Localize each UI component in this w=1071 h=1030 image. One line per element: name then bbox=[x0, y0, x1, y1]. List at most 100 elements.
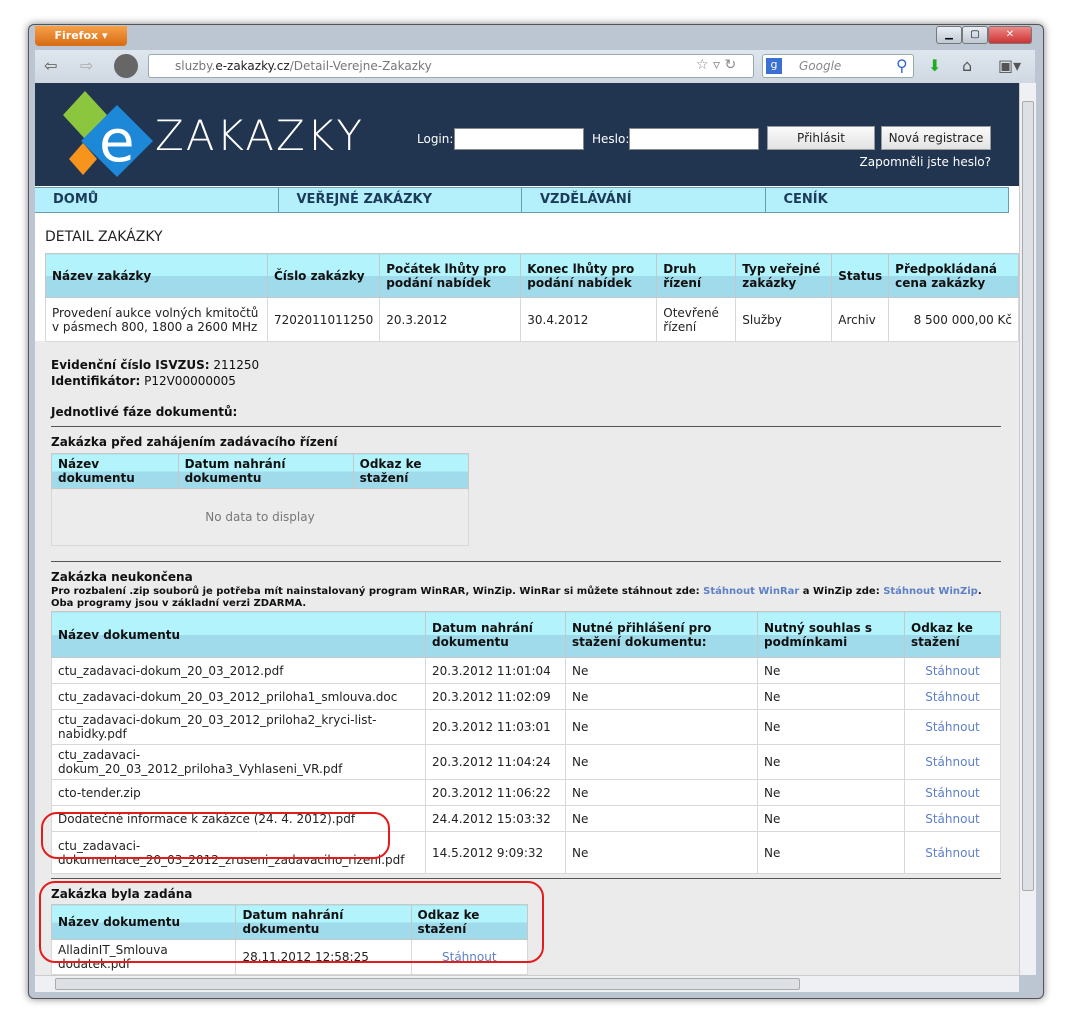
download-link[interactable]: Stáhnout bbox=[904, 709, 1001, 745]
login-required: Ne bbox=[565, 805, 758, 832]
document-name: ctu_zadavaci-dokum_20_03_2012_priloha3_V… bbox=[51, 744, 426, 780]
download-link[interactable]: Stáhnout bbox=[904, 779, 1001, 806]
col-header: Nutný souhlas s podmínkami bbox=[757, 611, 905, 658]
download-link[interactable]: Stáhnout bbox=[904, 744, 1001, 780]
zip-note: Pro rozbalení .zip souborů je potřeba mí… bbox=[51, 586, 982, 609]
vertical-scrollbar[interactable] bbox=[1019, 83, 1036, 975]
divider bbox=[51, 878, 1001, 879]
upload-date: 24.4.2012 15:03:32 bbox=[425, 805, 566, 832]
table-row: ctu_zadavaci-dokum_20_03_2012_priloha3_V… bbox=[51, 744, 1001, 780]
address-bar[interactable]: sluzby.e-zakazky.cz/Detail-Verejne-Zakaz… bbox=[148, 54, 754, 78]
upload-date: 20.3.2012 11:03:01 bbox=[425, 709, 566, 745]
register-button[interactable]: Nová registrace bbox=[881, 126, 991, 150]
cell: 20.3.2012 bbox=[379, 297, 522, 342]
nav-home[interactable]: DOMŮ bbox=[35, 188, 279, 212]
scroll-thumb[interactable] bbox=[1022, 101, 1034, 891]
close-button[interactable]: ✕ bbox=[988, 26, 1032, 44]
forward-icon[interactable]: ⇨ bbox=[80, 56, 93, 75]
password-label: Heslo: bbox=[592, 132, 630, 146]
terms-required: Ne bbox=[757, 805, 905, 832]
login-label: Login: bbox=[417, 132, 454, 146]
bookmark-star-icon[interactable]: ☆ ▿ ↻ bbox=[696, 57, 736, 73]
login-required: Ne bbox=[565, 831, 758, 874]
phases-title: Jednotlivé fáze dokumentů: bbox=[51, 405, 238, 419]
firefox-menu-button[interactable]: Firefox ▾ bbox=[35, 26, 127, 46]
col-header: Název dokumentu bbox=[51, 611, 426, 658]
download-icon[interactable]: ⬇ bbox=[928, 56, 941, 75]
scroll-thumb[interactable] bbox=[55, 978, 800, 990]
main-nav: DOMŮ VEŘEJNÉ ZAKÁZKY VZDĚLÁVÁNÍ CENÍK bbox=[35, 187, 1009, 213]
download-link[interactable]: Stáhnout bbox=[904, 805, 1001, 832]
annotation-highlight bbox=[39, 881, 544, 963]
col-header: Odkaz ke stažení bbox=[352, 453, 470, 489]
terms-required: Ne bbox=[757, 779, 905, 806]
login-required: Ne bbox=[565, 709, 758, 745]
col-header: Nutné přihlášení pro stažení dokumentu: bbox=[565, 611, 758, 658]
cell: 30.4.2012 bbox=[520, 297, 658, 342]
terms-required: Ne bbox=[757, 744, 905, 780]
login-required: Ne bbox=[565, 744, 758, 780]
horizontal-scrollbar[interactable] bbox=[35, 975, 1019, 992]
firefox-menu-label: Firefox bbox=[54, 29, 99, 42]
annotation-highlight bbox=[41, 812, 390, 859]
winrar-link[interactable]: Stáhnout WinRar bbox=[703, 586, 799, 597]
phase1-title: Zakázka před zahájením zadávacího řízení bbox=[51, 435, 338, 449]
table-row: ctu_zadavaci-dokum_20_03_2012_priloha1_s… bbox=[51, 683, 1001, 710]
nav-education[interactable]: VZDĚLÁVÁNÍ bbox=[522, 188, 766, 212]
cell: Otevřené řízení bbox=[656, 297, 737, 342]
winzip-link[interactable]: Stáhnout WinZip bbox=[883, 586, 978, 597]
col-header: Odkaz ke stažení bbox=[904, 611, 1001, 658]
download-link[interactable]: Stáhnout bbox=[904, 831, 1001, 874]
cell: Archiv bbox=[831, 297, 890, 342]
bookmarks-menu-icon[interactable]: ▣▾ bbox=[998, 56, 1021, 75]
login-button[interactable]: Přihlásit bbox=[767, 126, 875, 150]
phase1-table: Název dokumentu Datum nahrání dokumentu Od… bbox=[51, 453, 470, 546]
col-header: Status bbox=[831, 253, 890, 298]
identifier-info: Identifikátor: P12V00000005 bbox=[51, 374, 236, 388]
maximize-button[interactable]: ▢ bbox=[962, 26, 988, 44]
forgot-password-link[interactable]: Zapomněli jste heslo? bbox=[860, 155, 991, 169]
nav-public-contracts[interactable]: VEŘEJNÉ ZAKÁZKY bbox=[279, 188, 522, 212]
terms-required: Ne bbox=[757, 683, 905, 710]
col-header: Datum nahrání dokumentu bbox=[425, 611, 566, 658]
upload-date: 20.3.2012 11:04:24 bbox=[425, 744, 566, 780]
table-row: cto-tender.zip 20.3.2012 11:06:22 Ne Ne Stáh… bbox=[51, 779, 1001, 806]
terms-required: Ne bbox=[757, 657, 905, 684]
document-name: ctu_zadavaci-dokum_20_03_2012_priloha2_k… bbox=[51, 709, 426, 745]
phase2-title: Zakázka neukončena bbox=[51, 570, 193, 584]
login-required: Ne bbox=[565, 779, 758, 806]
cell: 8 500 000,00 Kč bbox=[888, 297, 1019, 342]
login-input[interactable] bbox=[454, 128, 584, 150]
download-link[interactable]: Stáhnout bbox=[904, 657, 1001, 684]
brand-name: ZAKAZKY bbox=[155, 111, 365, 160]
home-icon[interactable]: ⌂ bbox=[962, 56, 972, 75]
page-content: e ZAKAZKY Login: Heslo: Přihlásit Nová r… bbox=[35, 83, 1019, 975]
minimize-button[interactable]: ▁ bbox=[936, 26, 962, 44]
col-header: Konec lhůty pro podání nabídek bbox=[520, 253, 658, 298]
empty-message: No data to display bbox=[51, 488, 469, 546]
search-input[interactable]: Google bbox=[762, 54, 914, 78]
document-name: cto-tender.zip bbox=[51, 779, 426, 806]
divider bbox=[51, 426, 1001, 427]
google-icon[interactable]: g bbox=[766, 58, 782, 74]
nav-pricing[interactable]: CENÍK bbox=[766, 188, 1009, 212]
col-header: Číslo zakázky bbox=[266, 253, 381, 298]
cell: Provedení aukce volných kmitočtů v pásme… bbox=[45, 297, 268, 342]
col-header: Datum nahrání dokumentu bbox=[177, 453, 354, 489]
upload-date: 20.3.2012 11:02:09 bbox=[425, 683, 566, 710]
svg-text:e: e bbox=[99, 107, 135, 175]
back-icon[interactable]: ⇦ bbox=[44, 56, 57, 75]
password-input[interactable] bbox=[629, 128, 759, 150]
upload-date: 20.3.2012 11:01:04 bbox=[425, 657, 566, 684]
identity-icon[interactable] bbox=[114, 54, 138, 78]
upload-date: 20.3.2012 11:06:22 bbox=[425, 779, 566, 806]
col-header: Typ veřejné zakázky bbox=[735, 253, 833, 298]
download-link[interactable]: Stáhnout bbox=[904, 683, 1001, 710]
login-required: Ne bbox=[565, 683, 758, 710]
upload-date: 14.5.2012 9:09:32 bbox=[425, 831, 566, 874]
cell: Služby bbox=[735, 297, 833, 342]
col-header: Název dokumentu bbox=[51, 453, 179, 489]
search-go-icon[interactable]: ⚲ bbox=[896, 56, 908, 75]
terms-required: Ne bbox=[757, 709, 905, 745]
col-header: Počátek lhůty pro podání nabídek bbox=[379, 253, 522, 298]
